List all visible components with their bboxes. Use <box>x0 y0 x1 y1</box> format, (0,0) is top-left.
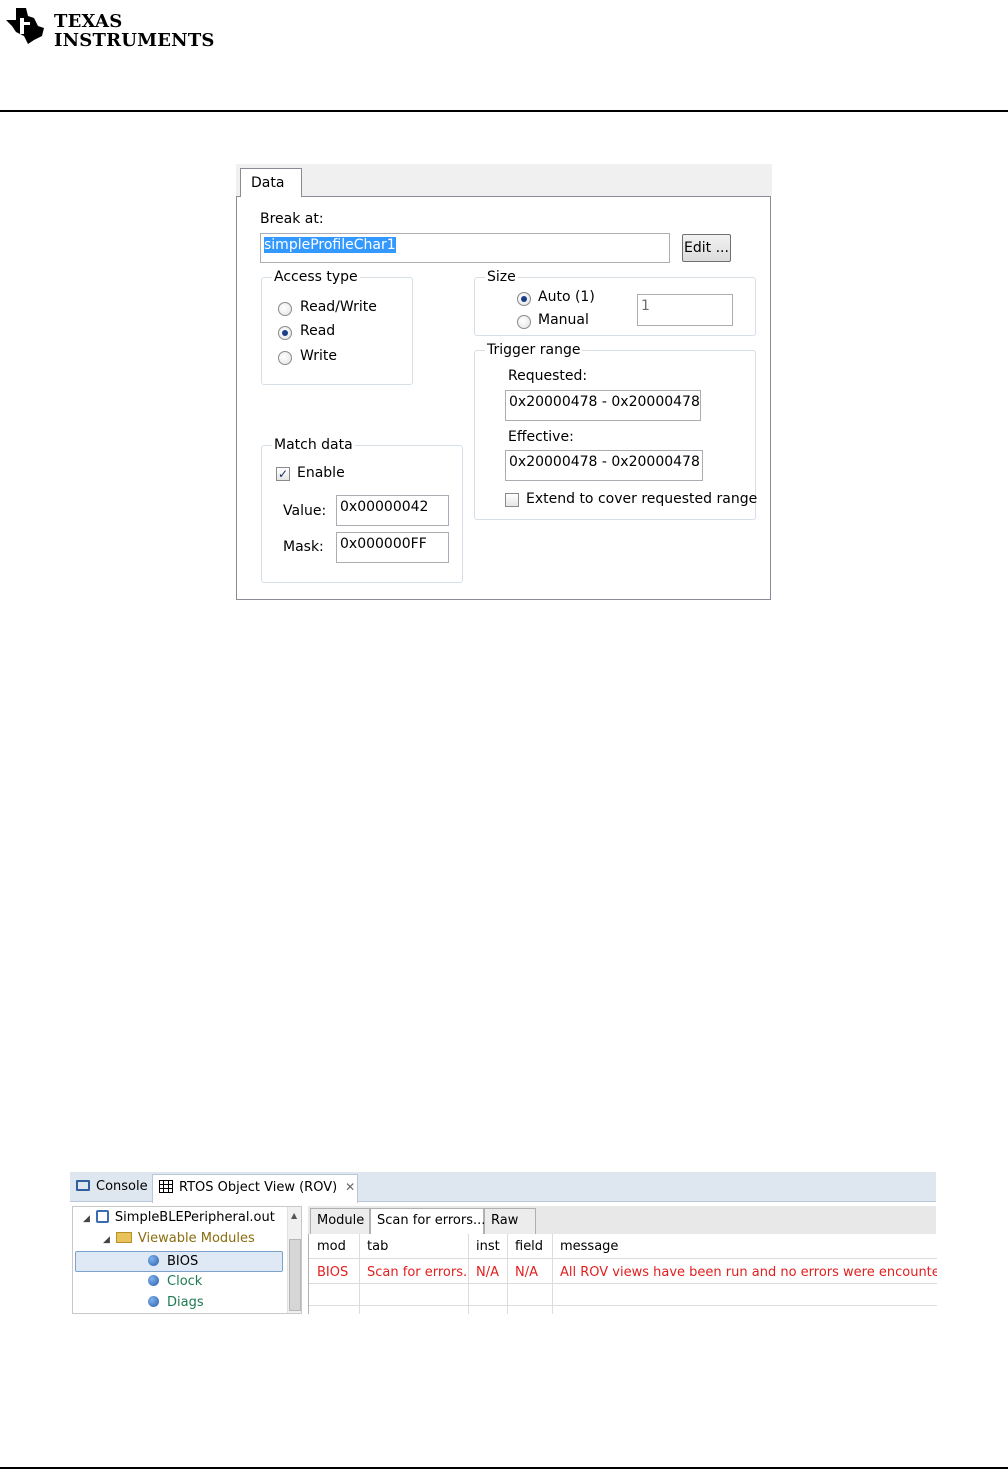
effective-range-field: 0x20000478 - 0x20000478 <box>505 450 703 481</box>
column-header-message[interactable]: message <box>552 1239 618 1254</box>
read-radio[interactable] <box>278 326 292 340</box>
brand-line2: Instruments <box>54 30 215 51</box>
trigger-range-group: Trigger range Requested: 0x20000478 - 0x… <box>474 342 758 520</box>
rov-panel: Console RTOS Object View (ROV) ✕ ◢ SimpleB… <box>70 1172 937 1314</box>
access-type-group: Access type Read/Write Read Write <box>261 269 413 385</box>
access-type-title: Access type <box>272 269 360 285</box>
tree-root-label: SimpleBLEPeripheral.out <box>114 1210 275 1225</box>
inner-tab-bar: Module Scan for errors... Raw <box>308 1206 936 1234</box>
extend-range-checkbox[interactable] <box>505 493 519 507</box>
requested-label: Requested: <box>508 368 588 384</box>
manual-size-label: Manual <box>538 312 589 328</box>
data-tab-panel: Break at: simpleProfileChar1 Edit ... Ac… <box>236 196 771 600</box>
match-mask-input[interactable]: 0x000000FF <box>336 532 449 563</box>
texas-state-icon <box>6 8 44 44</box>
edit-button[interactable]: Edit ... <box>682 234 731 262</box>
tab-rov[interactable]: RTOS Object View (ROV) ✕ <box>152 1174 358 1203</box>
footer-rule <box>0 1467 1008 1469</box>
mask-label: Mask: <box>283 539 324 555</box>
data-breakpoint-dialog: Data Break at: simpleProfileChar1 Edit .… <box>236 164 772 600</box>
match-data-title: Match data <box>272 437 355 453</box>
tab-console[interactable]: Console <box>70 1174 152 1202</box>
tree-item-label: Diags <box>167 1295 204 1310</box>
column-header-inst[interactable]: inst <box>468 1239 500 1254</box>
read-write-label: Read/Write <box>300 299 377 315</box>
scroll-thumb[interactable] <box>289 1239 301 1311</box>
write-radio[interactable] <box>278 351 292 365</box>
brand-wordmark: Texas Instruments <box>54 12 215 50</box>
trigger-range-title: Trigger range <box>485 342 583 358</box>
column-header-field[interactable]: field <box>507 1239 543 1254</box>
size-value-input[interactable]: 1 <box>637 294 733 326</box>
brand-line1: Texas <box>54 11 123 32</box>
column-header-tab[interactable]: tab <box>359 1239 388 1254</box>
tab-scan-for-errors[interactable]: Scan for errors... <box>370 1208 485 1234</box>
module-tree: ◢ SimpleBLEPeripheral.out ◢ Viewable Modul… <box>72 1206 302 1314</box>
header-rule <box>0 110 1008 112</box>
cell-tab[interactable]: Scan for errors... <box>359 1265 468 1280</box>
value-label: Value: <box>283 503 327 519</box>
auto-size-label: Auto (1) <box>538 289 595 305</box>
tree-folder[interactable]: ◢ Viewable Modules <box>103 1229 255 1250</box>
tab-module[interactable]: Module <box>310 1208 370 1234</box>
column-header-mod[interactable]: mod <box>309 1239 346 1254</box>
match-value-input[interactable]: 0x00000042 <box>336 495 449 526</box>
tree-item-diags[interactable]: Diags <box>148 1293 204 1313</box>
manual-size-radio[interactable] <box>517 315 531 329</box>
tab-data[interactable]: Data <box>240 168 302 197</box>
auto-size-radio[interactable] <box>517 292 531 306</box>
close-tab-icon[interactable]: ✕ <box>345 1180 355 1194</box>
tab-console-label: Console <box>96 1179 148 1194</box>
collapse-icon[interactable]: ◢ <box>83 1214 90 1224</box>
tree-scrollbar[interactable]: ▲ <box>287 1207 301 1313</box>
cell-inst[interactable]: N/A <box>468 1265 499 1280</box>
size-group: Size Auto (1) Manual 1 <box>474 269 756 336</box>
module-icon <box>148 1255 159 1266</box>
scroll-up-icon[interactable]: ▲ <box>291 1211 297 1220</box>
size-title: Size <box>485 269 518 285</box>
extend-range-label: Extend to cover requested range <box>526 491 758 507</box>
requested-range-field: 0x20000478 - 0x20000478 <box>505 390 701 421</box>
project-icon <box>95 1210 109 1223</box>
tree-root[interactable]: ◢ SimpleBLEPeripheral.out <box>83 1208 275 1229</box>
enable-match-label: Enable <box>297 465 345 481</box>
tree-item-label: BIOS <box>167 1254 199 1269</box>
tree-item-label: Clock <box>167 1274 203 1289</box>
tab-rov-label: RTOS Object View (ROV) <box>179 1180 338 1195</box>
break-at-label: Break at: <box>260 211 324 227</box>
tree-item-bios[interactable]: BIOS <box>75 1251 283 1272</box>
tab-data-label: Data <box>251 175 285 191</box>
match-data-group: Match data ✓ Enable Value: 0x00000042 Ma… <box>261 437 463 583</box>
view-tab-bar: Console RTOS Object View (ROV) ✕ <box>70 1172 936 1203</box>
tab-raw[interactable]: Raw <box>484 1208 536 1234</box>
tree-folder-label: Viewable Modules <box>137 1231 255 1246</box>
results-table: mod tab inst field message BIOS Scan for… <box>308 1234 937 1314</box>
cell-mod[interactable]: BIOS <box>309 1265 348 1280</box>
read-write-radio[interactable] <box>278 302 292 316</box>
tree-item-clock[interactable]: Clock <box>148 1272 202 1293</box>
texas-instruments-logo: Texas Instruments <box>4 6 214 50</box>
module-icon <box>148 1296 159 1307</box>
cell-message[interactable]: All ROV views have been run and no error… <box>552 1265 937 1280</box>
table-icon <box>159 1180 173 1193</box>
cell-field[interactable]: N/A <box>507 1265 538 1280</box>
break-at-value: simpleProfileChar1 <box>264 237 396 253</box>
module-icon <box>148 1275 159 1286</box>
dialog-tab-strip <box>236 164 772 196</box>
break-at-input[interactable]: simpleProfileChar1 <box>260 233 670 263</box>
collapse-icon[interactable]: ◢ <box>103 1235 110 1245</box>
console-icon <box>76 1180 90 1191</box>
folder-icon <box>115 1232 132 1243</box>
write-label: Write <box>300 348 337 364</box>
enable-match-checkbox[interactable]: ✓ <box>276 467 290 481</box>
read-label: Read <box>300 323 336 339</box>
effective-label: Effective: <box>508 429 574 445</box>
